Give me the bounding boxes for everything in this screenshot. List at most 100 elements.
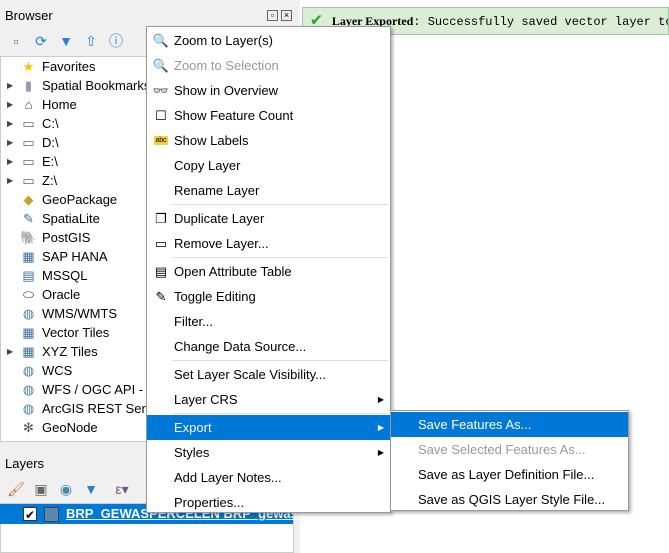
expand-arrow-icon[interactable]: ▶ — [7, 342, 13, 361]
menu-item-toggle-editing[interactable]: ✎ Toggle Editing — [147, 284, 390, 309]
menu-item-set-layer-scale-visibility[interactable]: Set Layer Scale Visibility... — [147, 362, 390, 387]
menu-item-properties[interactable]: Properties... — [147, 490, 390, 515]
menu-item-save-as-qgis-layer-style-file[interactable]: Save as QGIS Layer Style File... — [391, 487, 628, 512]
menu-item-label: Export — [174, 420, 212, 435]
wms-icon: ◍ — [22, 306, 35, 321]
xyz-tiles-icon: ▦ — [22, 344, 35, 359]
menu-item-styles[interactable]: Styles ▶ — [147, 440, 390, 465]
tree-item-label: Z:\ — [42, 173, 58, 188]
tree-item-label: WCS — [42, 363, 73, 378]
zoom-selection-icon: 🔍 — [152, 58, 170, 73]
checkbox-icon: ☐ — [155, 108, 167, 123]
remove-icon: ▭ — [154, 236, 168, 251]
tree-item-label: E:\ — [42, 154, 58, 169]
expand-arrow-icon[interactable]: ▶ — [7, 95, 13, 114]
menu-item-label: Styles — [174, 445, 210, 460]
message-text: : Successfully saved vector layer to — [413, 15, 669, 29]
folder-icon: ▭ — [22, 173, 35, 188]
menu-item-label: Save as Layer Definition File... — [418, 467, 595, 482]
refresh-icon[interactable]: ⟳ — [32, 32, 50, 50]
tree-item-label: SpatiaLite — [42, 211, 100, 226]
collapse-icon[interactable]: ⇧ — [82, 32, 100, 50]
folder-icon: ▭ — [22, 154, 35, 169]
star-icon: ★ — [22, 59, 35, 74]
menu-item-label: Show Feature Count — [174, 108, 294, 123]
menu-item-zoom-to-selection[interactable]: 🔍 Zoom to Selection — [147, 53, 390, 78]
menu-item-save-as-layer-definition-file[interactable]: Save as Layer Definition File... — [391, 462, 628, 487]
tree-item-label: Home — [42, 97, 77, 112]
expand-arrow-icon[interactable]: ▶ — [7, 152, 13, 171]
menu-item-show-in-overview[interactable]: 👓 Show in Overview — [147, 78, 390, 103]
browser-panel-title: Browser — [5, 8, 53, 23]
menu-item-change-data-source[interactable]: Change Data Source... — [147, 334, 390, 359]
layer-visibility-checkbox[interactable]: ✔ — [23, 507, 37, 522]
layer-symbol-swatch[interactable] — [44, 507, 59, 522]
filter-icon[interactable]: ▼ — [57, 32, 75, 50]
tree-item-label: SAP HANA — [42, 249, 108, 264]
tree-item-label: XYZ Tiles — [42, 344, 98, 359]
expand-arrow-icon[interactable]: ▶ — [7, 76, 13, 95]
menu-item-show-labels[interactable]: abc Show Labels — [147, 128, 390, 153]
mssql-icon: ▤ — [22, 268, 35, 283]
folder-icon: ▭ — [22, 116, 35, 131]
spatialite-icon: ✎ — [23, 211, 34, 226]
menu-item-add-layer-notes[interactable]: Add Layer Notes... — [147, 465, 390, 490]
menu-item-label: Toggle Editing — [174, 289, 256, 304]
menu-item-filter[interactable]: Filter... — [147, 309, 390, 334]
postgis-icon: 🐘 — [20, 230, 37, 245]
menu-item-duplicate-layer[interactable]: ❐ Duplicate Layer — [147, 206, 390, 231]
tree-item-label: Vector Tiles — [42, 325, 110, 340]
arcgis-icon: ◍ — [22, 401, 35, 416]
style-icon[interactable]: 🖌 — [7, 480, 25, 498]
menu-item-save-selected-features-as[interactable]: Save Selected Features As... — [391, 437, 628, 462]
tree-item-label: PostGIS — [42, 230, 91, 245]
filter-legend-icon[interactable]: ▼ — [82, 480, 100, 498]
tree-item-label: MSSQL — [42, 268, 88, 283]
expand-arrow-icon[interactable]: ▶ — [7, 133, 13, 152]
menu-item-label: Save Selected Features As... — [418, 442, 586, 457]
add-group-icon[interactable]: ▣ — [32, 480, 50, 498]
menu-item-label: Show in Overview — [174, 83, 279, 98]
menu-item-label: Zoom to Selection — [174, 58, 279, 73]
menu-item-label: Save as QGIS Layer Style File... — [418, 492, 606, 507]
wcs-icon: ◍ — [22, 363, 35, 378]
home-icon: ⌂ — [24, 97, 33, 112]
menu-item-label: Show Labels — [174, 133, 249, 148]
expression-filter-icon[interactable]: ε▾ — [107, 480, 137, 498]
info-icon[interactable]: ⓘ — [107, 32, 125, 50]
vector-tiles-icon: ▦ — [22, 325, 35, 340]
tree-item-label: Oracle — [42, 287, 81, 302]
visibility-icon[interactable]: ◉ — [57, 480, 75, 498]
menu-item-label: Zoom to Layer(s) — [174, 33, 273, 48]
menu-item-save-features-as[interactable]: Save Features As... — [391, 412, 628, 437]
menu-item-layer-crs[interactable]: Layer CRS ▶ — [147, 387, 390, 412]
labels-icon: abc — [154, 136, 168, 145]
menu-item-show-feature-count[interactable]: ☐ Show Feature Count — [147, 103, 390, 128]
menu-item-copy-layer[interactable]: Copy Layer — [147, 153, 390, 178]
add-layer-icon[interactable]: ▫ — [7, 32, 25, 50]
float-panel-button[interactable]: ▫ — [267, 10, 278, 21]
tree-item-label: WMS/WMTS — [42, 306, 118, 321]
tree-item-label: Favorites — [42, 59, 96, 74]
menu-item-open-attribute-table[interactable]: ▤ Open Attribute Table — [147, 259, 390, 284]
tree-item-label: D:\ — [42, 135, 59, 150]
menu-item-label: Rename Layer — [174, 183, 260, 198]
menu-item-label: Save Features As... — [418, 417, 532, 432]
menu-item-rename-layer[interactable]: Rename Layer — [147, 178, 390, 203]
export-submenu: Save Features As... Save Selected Feature… — [390, 410, 629, 511]
expand-arrow-icon[interactable]: ▶ — [7, 171, 13, 190]
tree-item-label: GeoPackage — [42, 192, 118, 207]
menu-item-export[interactable]: Export ▶ — [147, 415, 390, 440]
expand-arrow-icon[interactable]: ▶ — [7, 114, 13, 133]
tree-item-label: Spatial Bookmarks — [42, 78, 151, 93]
menu-item-label: Layer CRS — [174, 392, 238, 407]
zoom-layer-icon: 🔍 — [152, 33, 170, 48]
close-panel-button[interactable]: × — [281, 10, 292, 21]
menu-item-remove-layer[interactable]: ▭ Remove Layer... — [147, 231, 390, 256]
menu-item-label: Add Layer Notes... — [174, 470, 282, 485]
menu-item-label: Properties... — [174, 495, 245, 510]
table-icon: ▤ — [154, 264, 168, 279]
layer-context-menu: 🔍 Zoom to Layer(s) 🔍 Zoom to Selection 👓 Show… — [146, 26, 391, 513]
layers-panel-title: Layers — [5, 456, 45, 471]
menu-item-zoom-to-layer-s[interactable]: 🔍 Zoom to Layer(s) — [147, 28, 390, 53]
